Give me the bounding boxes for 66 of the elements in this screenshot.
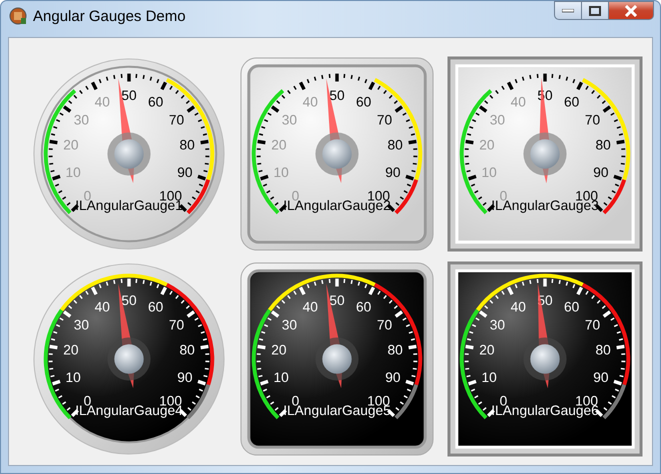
needle-hub <box>315 132 359 176</box>
tick-label: 20 <box>271 138 287 153</box>
tick-label: 10 <box>273 370 289 386</box>
tick-label: 10 <box>273 165 289 180</box>
tick-label: 60 <box>564 300 580 314</box>
tick-label: 90 <box>593 370 609 386</box>
tick-label: 50 <box>121 293 137 308</box>
tick-label: 20 <box>479 138 495 153</box>
tick-label: 20 <box>271 342 287 358</box>
tick-label: 40 <box>94 94 110 110</box>
tick-label: 70 <box>584 317 600 332</box>
tick-label: 30 <box>282 317 298 332</box>
minimize-icon <box>562 8 574 12</box>
maximize-button[interactable] <box>581 1 608 20</box>
tick-label: 70 <box>168 317 184 332</box>
tick-label: 80 <box>595 138 611 153</box>
tick-label: 60 <box>148 94 164 110</box>
tick-label: 90 <box>593 165 609 180</box>
needle-hub <box>523 132 567 176</box>
tick-label: 30 <box>490 112 506 128</box>
needle-hub <box>315 337 359 381</box>
tick-label: 10 <box>481 165 497 180</box>
tick-label: 70 <box>376 112 392 128</box>
tick-label: 90 <box>385 370 401 386</box>
tick-label: 70 <box>584 112 600 128</box>
tick-label: 80 <box>387 342 403 358</box>
maximize-icon <box>589 6 601 16</box>
tick-label: 60 <box>356 94 372 110</box>
tick-label: 80 <box>595 342 611 358</box>
tick-label: 80 <box>179 138 195 153</box>
tick-label: 20 <box>63 138 79 153</box>
tick-label: 40 <box>302 94 318 110</box>
tick-label: 10 <box>65 370 81 386</box>
close-button[interactable] <box>608 1 654 20</box>
tick-label: 80 <box>179 342 195 358</box>
tick-label: 90 <box>177 165 193 180</box>
tick-label: 30 <box>490 317 506 332</box>
tick-label: 50 <box>329 88 345 104</box>
tick-label: 10 <box>65 165 81 180</box>
minimize-button[interactable] <box>554 1 581 20</box>
tick-label: 60 <box>564 94 580 110</box>
tick-label: 20 <box>63 342 79 358</box>
tick-label: 40 <box>302 300 318 314</box>
needle-hub <box>107 132 151 176</box>
needle-hub <box>107 337 151 381</box>
tick-label: 60 <box>148 300 164 314</box>
tick-label: 70 <box>376 317 392 332</box>
tick-label: 30 <box>74 317 90 332</box>
tick-label: 50 <box>329 293 345 308</box>
tick-label: 40 <box>510 94 526 110</box>
tick-label: 20 <box>479 342 495 358</box>
tick-label: 70 <box>168 112 184 128</box>
tick-label: 30 <box>74 112 90 128</box>
tick-label: 90 <box>385 165 401 180</box>
tick-label: 40 <box>94 300 110 314</box>
needle-hub <box>523 337 567 381</box>
tick-label: 80 <box>387 138 403 153</box>
tick-label: 10 <box>481 370 497 386</box>
window-title: Angular Gauges Demo <box>33 8 186 24</box>
app-icon <box>9 7 27 25</box>
tick-label: 90 <box>177 370 193 386</box>
tick-label: 50 <box>121 88 137 104</box>
close-icon <box>624 4 638 16</box>
tick-label: 40 <box>510 300 526 314</box>
tick-label: 30 <box>282 112 298 128</box>
tick-label: 60 <box>356 300 372 314</box>
